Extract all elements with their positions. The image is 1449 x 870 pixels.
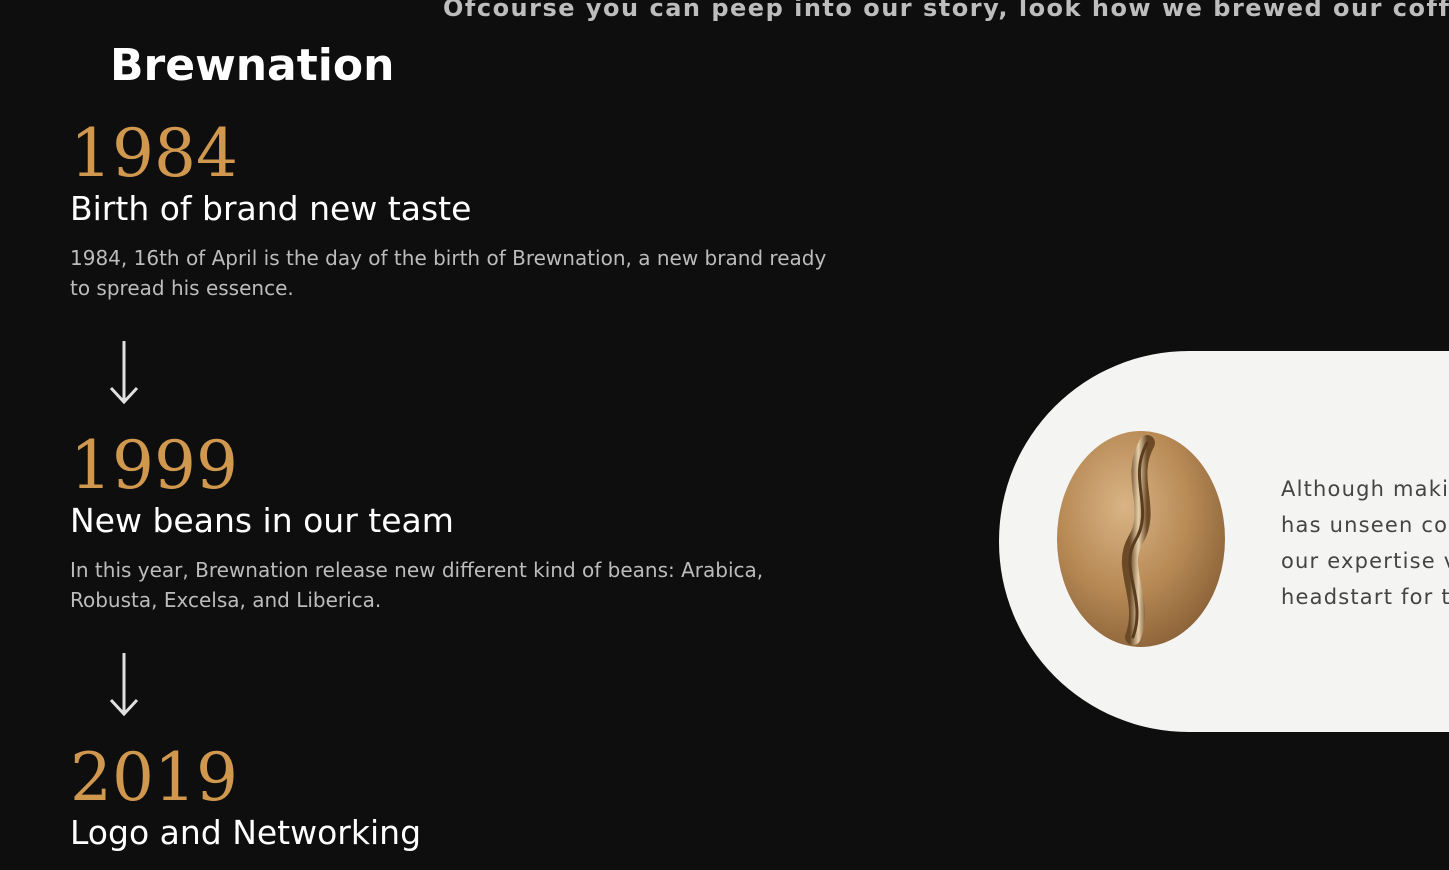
timeline-title: Birth of brand new taste [70,189,472,228]
arrow-down-icon [109,653,139,717]
coffee-bean-image [1057,431,1225,647]
timeline-year: 2019 [70,739,238,816]
card-text-line: has unseen co [1281,513,1449,537]
timeline-description: 1984, 16th of April is the day of the bi… [70,246,827,300]
story-tagline: Ofcourse you can peep into our story, lo… [443,0,1449,22]
timeline-year: 1999 [70,427,238,504]
card-text-line: headstart for t [1281,585,1449,609]
story-card: Although maki has unseen co our expertis… [999,351,1449,732]
card-text-line: our expertise v [1281,549,1449,573]
timeline-entry-1984: 1984 Birth of brand new taste 1984, 16th… [70,121,850,303]
card-text-line: Although maki [1281,477,1449,501]
arrow-down-icon [109,341,139,405]
timeline-description: In this year, Brewnation release new dif… [70,558,764,612]
timeline-title: Logo and Networking [70,813,422,852]
timeline-entry-1999: 1999 New beans in our team In this year,… [70,433,850,615]
card-text: Although maki has unseen co our expertis… [1281,471,1449,615]
timeline-year: 1984 [70,115,238,192]
timeline-entry-2019: 2019 Logo and Networking [70,745,421,853]
brand-title: Brewnation [110,40,395,91]
timeline-title: New beans in our team [70,501,454,540]
